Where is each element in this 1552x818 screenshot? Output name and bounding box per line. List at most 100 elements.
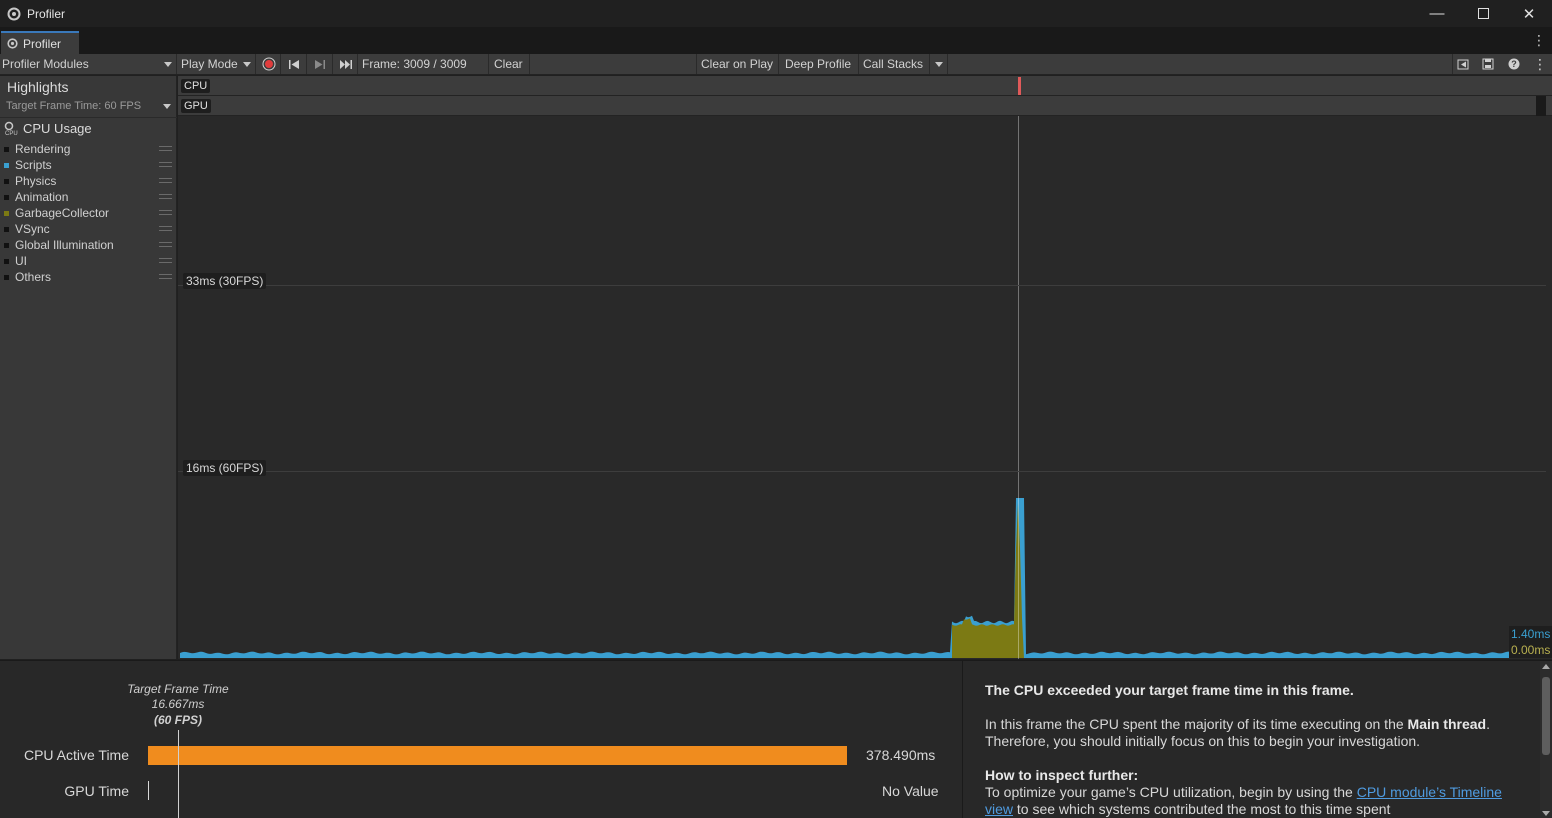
series-scripts-area	[180, 498, 1510, 658]
window-title: Profiler	[27, 6, 66, 21]
list-item[interactable]: Others	[0, 269, 177, 285]
color-swatch	[4, 178, 9, 184]
chevron-down-icon[interactable]	[163, 104, 171, 109]
list-item[interactable]: VSync	[0, 221, 177, 237]
drag-handle-icon[interactable]	[159, 242, 172, 247]
toolbar-more-icon[interactable]: ⋮	[1532, 54, 1548, 74]
svg-text:?: ?	[1511, 59, 1517, 69]
gpu-time-label: GPU Time	[64, 783, 129, 799]
help-icon: ?	[1508, 58, 1520, 70]
value-label-gc: 0.00ms	[1509, 642, 1552, 658]
next-frame-button[interactable]	[308, 54, 333, 74]
list-item[interactable]: Scripts	[0, 157, 177, 173]
color-swatch	[4, 194, 9, 200]
list-item[interactable]: Animation	[0, 189, 177, 205]
last-frame-icon	[339, 59, 352, 69]
drag-handle-icon[interactable]	[159, 226, 172, 231]
cpu-active-time-bar	[148, 746, 847, 765]
first-frame-button[interactable]	[282, 54, 307, 74]
selected-frame-line	[1018, 116, 1019, 659]
drag-handle-icon[interactable]	[159, 210, 172, 215]
tab-profiler[interactable]: Profiler	[1, 31, 79, 54]
clear-button[interactable]: Clear	[488, 54, 530, 74]
deep-profile-toggle[interactable]: Deep Profile	[780, 54, 859, 74]
color-swatch	[4, 258, 9, 264]
chevron-down-icon	[242, 61, 251, 67]
drag-handle-icon[interactable]	[159, 194, 172, 199]
profiler-modules-label: Profiler Modules	[2, 57, 89, 71]
gridline-30fps	[178, 285, 1546, 286]
grid-label-30fps: 33ms (30FPS)	[183, 273, 267, 289]
color-swatch	[4, 162, 9, 168]
chart-plot	[180, 116, 1510, 659]
target-frame-time-dropdown[interactable]: Target Frame Time: 60 FPS	[6, 100, 141, 112]
list-item[interactable]: UI	[0, 253, 177, 269]
more-options-icon[interactable]: ⋮	[1532, 33, 1546, 47]
scroll-up-icon[interactable]	[1542, 664, 1550, 669]
call-stacks-toggle[interactable]: Call Stacks	[860, 54, 930, 74]
play-mode-label: Play Mode	[181, 57, 238, 71]
title-bar: Profiler — ✕	[0, 0, 1552, 27]
drag-handle-icon[interactable]	[159, 178, 172, 183]
target-frame-time-marker	[178, 730, 179, 818]
gridline-60fps	[178, 471, 1546, 472]
profiler-app-icon	[7, 7, 21, 21]
frame-time-summary: Target Frame Time 16.667ms (60 FPS) CPU …	[0, 661, 963, 818]
help-button[interactable]: ?	[1503, 54, 1525, 74]
clear-label: Clear	[494, 57, 523, 71]
grid-label-60fps: 16ms (60FPS)	[183, 460, 267, 476]
target-frame-time-label: Target Frame Time	[127, 682, 229, 696]
insight-paragraph: In this frame the CPU spent the majority…	[985, 716, 1490, 749]
series-garbagecollector-area	[952, 503, 1024, 658]
list-item[interactable]: Rendering	[0, 141, 177, 157]
deep-profile-label: Deep Profile	[785, 57, 852, 71]
list-item[interactable]: GarbageCollector	[0, 205, 177, 221]
play-mode-dropdown[interactable]: Play Mode	[178, 54, 256, 74]
drag-handle-icon[interactable]	[159, 258, 172, 263]
list-item[interactable]: Physics	[0, 173, 177, 189]
cpu-icon: CPU	[3, 121, 18, 136]
color-swatch	[4, 242, 9, 248]
save-button[interactable]	[1477, 54, 1499, 74]
cpu-usage-module-header[interactable]: CPU CPU Usage	[3, 121, 92, 136]
color-swatch	[4, 146, 9, 152]
first-frame-icon	[289, 59, 299, 69]
scrollbar-thumb[interactable]	[1542, 677, 1550, 755]
record-icon	[262, 57, 275, 71]
load-icon	[1457, 59, 1469, 69]
highlights-title: Highlights	[7, 79, 69, 95]
list-item[interactable]: Global Illumination	[0, 237, 177, 253]
profiler-modules-dropdown[interactable]: Profiler Modules	[0, 54, 177, 74]
how-to-inspect-heading: How to inspect further:	[985, 767, 1139, 783]
drag-handle-icon[interactable]	[159, 274, 172, 279]
drag-handle-icon[interactable]	[159, 146, 172, 151]
clear-on-play-toggle[interactable]: Clear on Play	[696, 54, 779, 74]
save-icon	[1482, 58, 1494, 70]
cpu-usage-chart[interactable]: CPU GPU 33ms (30FPS) 16ms (60FPS) 1.40ms…	[178, 76, 1552, 659]
profiler-tab-icon	[7, 38, 18, 49]
scroll-down-icon[interactable]	[1542, 811, 1550, 816]
inspect-paragraph: To optimize your game’s CPU utilization,…	[985, 784, 1502, 817]
divider	[0, 117, 177, 118]
cpu-usage-title: CPU Usage	[23, 121, 92, 136]
target-frame-time-fps: (60 FPS)	[153, 713, 202, 727]
frame-counter: Frame: 3009 / 3009	[362, 57, 467, 71]
gpu-time-value: No Value	[882, 783, 939, 799]
frame-details: Target Frame Time 16.667ms (60 FPS) CPU …	[0, 660, 1552, 818]
maximize-icon[interactable]	[1460, 0, 1506, 27]
cpu-active-time-value: 378.490ms	[866, 747, 936, 763]
close-icon[interactable]: ✕	[1506, 0, 1552, 27]
chevron-down-icon	[935, 61, 943, 67]
cpu-active-time-label: CPU Active Time	[23, 747, 129, 763]
svg-text:CPU: CPU	[5, 131, 18, 136]
current-frame-button[interactable]	[334, 54, 358, 74]
load-button[interactable]	[1452, 54, 1474, 74]
insight-panel: The CPU exceeded your target frame time …	[964, 661, 1552, 818]
record-button[interactable]	[257, 54, 281, 74]
target-frame-time-ms: 16.667ms	[151, 697, 205, 711]
minimize-icon[interactable]: —	[1414, 0, 1460, 27]
call-stacks-dropdown[interactable]	[931, 54, 948, 74]
insight-scrollbar[interactable]	[1540, 661, 1552, 818]
gpu-time-bar	[148, 781, 149, 800]
drag-handle-icon[interactable]	[159, 162, 172, 167]
